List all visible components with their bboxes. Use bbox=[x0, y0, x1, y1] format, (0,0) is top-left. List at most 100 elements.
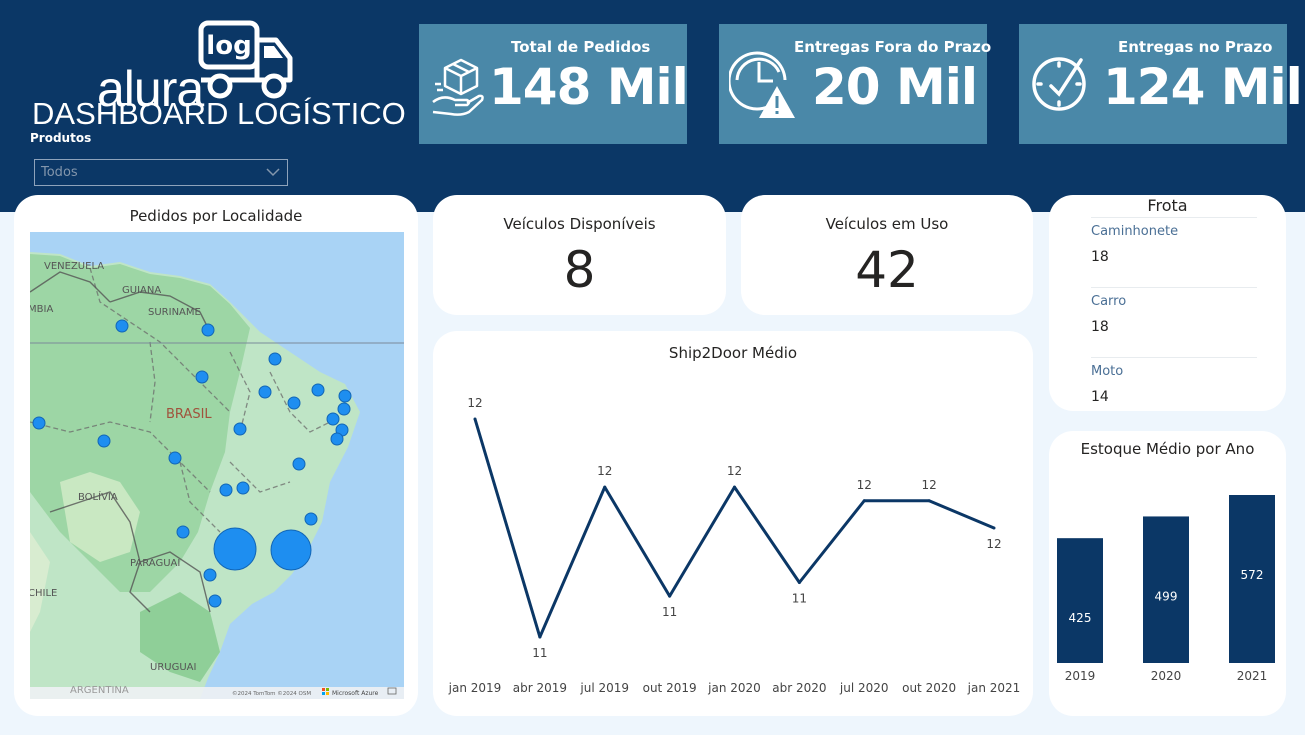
map-bubble bbox=[326, 412, 340, 426]
vehicles-available-title: Veículos Disponíveis bbox=[503, 215, 656, 233]
map-bubble bbox=[258, 385, 272, 399]
map-bubble bbox=[176, 525, 190, 539]
ship2door-line-chart: 12 11 12 11 12 11 12 12 12 jan 2019 abr 2019 jul 20… bbox=[448, 396, 1021, 695]
map-label-bolivia: BOLÍVIA bbox=[78, 490, 118, 503]
x-tick-label: 2020 bbox=[1151, 669, 1182, 683]
kpi-value: 148 Mil bbox=[489, 58, 689, 116]
line-data-label: 12 bbox=[727, 464, 742, 478]
map-label-uruguai: URUGUAI bbox=[150, 662, 196, 673]
product-filter-label: Produtos bbox=[30, 131, 92, 145]
line-point bbox=[603, 485, 607, 489]
line-point bbox=[992, 526, 996, 530]
clock-check-icon bbox=[1032, 57, 1086, 111]
map-attribution: ©2024 TomTom ©2024 OSM bbox=[232, 690, 311, 697]
truck-icon: log bbox=[198, 20, 293, 99]
map-label-brasil: BRASIL bbox=[166, 407, 212, 422]
map-label-guiana: GUIANA bbox=[122, 285, 161, 296]
fleet-item-label: Moto bbox=[1091, 364, 1124, 379]
map-bubble bbox=[330, 432, 344, 446]
map-bubble bbox=[304, 512, 318, 526]
line-series bbox=[473, 418, 995, 639]
vehicles-available-card: Veículos Disponíveis 8 bbox=[433, 195, 726, 315]
map-canvas: VENEZUELA GUIANA SURINAME MBIA BRASIL BO… bbox=[30, 232, 404, 699]
x-tick-label: 2019 bbox=[1065, 669, 1096, 683]
x-tick-label: jul 2020 bbox=[839, 681, 889, 695]
x-tick-label: abr 2019 bbox=[513, 681, 567, 695]
line-data-label: 12 bbox=[467, 396, 482, 410]
map-bubble bbox=[97, 434, 111, 448]
bar-data-label: 499 bbox=[1155, 589, 1178, 603]
logo-badge: log bbox=[206, 31, 251, 61]
x-tick-label: jan 2019 bbox=[448, 681, 502, 695]
dashboard-title: DASHBOARD LOGÍSTICO bbox=[32, 96, 406, 131]
vehicles-in-use-title: Veículos em Uso bbox=[825, 215, 949, 233]
line-point bbox=[862, 499, 866, 503]
map-bubble bbox=[168, 451, 182, 465]
map-bubble bbox=[236, 481, 250, 495]
bar-data-label: 425 bbox=[1069, 611, 1092, 625]
map-bubble bbox=[270, 529, 312, 571]
fleet-item-label: Carro bbox=[1091, 294, 1127, 309]
line-point bbox=[538, 635, 542, 639]
map-bubble bbox=[338, 389, 352, 403]
map-label-colombia: MBIA bbox=[30, 304, 53, 315]
map-bubble bbox=[201, 323, 215, 337]
kpi-title: Total de Pedidos bbox=[511, 38, 651, 56]
kpi-total-orders: Total de Pedidos 148 Mil bbox=[419, 24, 689, 144]
package-hand-icon bbox=[432, 58, 484, 116]
stock-bar-chart: 425 2019 499 2020 572 2021 bbox=[1057, 495, 1275, 683]
x-tick-label: 2021 bbox=[1237, 669, 1268, 683]
fleet-item-label: Caminhonete bbox=[1091, 224, 1179, 239]
orders-map[interactable]: VENEZUELA GUIANA SURINAME MBIA BRASIL BO… bbox=[30, 232, 404, 699]
kpi-value: 124 Mil bbox=[1103, 58, 1303, 116]
map-bubble bbox=[268, 352, 282, 366]
fleet-item-value: 18 bbox=[1091, 319, 1109, 335]
line-point bbox=[668, 594, 672, 598]
x-tick-label: jul 2019 bbox=[579, 681, 629, 695]
map-bubble bbox=[203, 568, 217, 582]
map-bubble bbox=[219, 483, 233, 497]
line-data-label: 11 bbox=[532, 646, 547, 660]
bar-data-label: 572 bbox=[1241, 568, 1264, 582]
stock-card: Estoque Médio por Ano 425 2019 499 2020 572 2… bbox=[1049, 431, 1286, 716]
line-point bbox=[927, 499, 931, 503]
line-data-label: 12 bbox=[597, 464, 612, 478]
kpi-late-deliveries: Entregas Fora do Prazo 20 Mil bbox=[719, 24, 991, 144]
line-data-label: 12 bbox=[921, 478, 936, 492]
line-point bbox=[733, 485, 736, 489]
map-label-paraguai: PARAGUAI bbox=[130, 558, 180, 569]
x-tick-label: abr 2020 bbox=[772, 681, 826, 695]
x-tick-label: out 2020 bbox=[902, 681, 956, 695]
ship2door-card: Ship2Door Médio 12 11 12 11 12 11 12 12 12 jan 20… bbox=[433, 331, 1033, 716]
fleet-card: Frota Caminhonete 18 Carro 18 Moto 14 bbox=[1049, 195, 1286, 411]
kpi-value: 20 Mil bbox=[812, 58, 978, 116]
clock-warning-icon bbox=[729, 51, 795, 118]
vehicles-in-use-card: Veículos em Uso 42 bbox=[741, 195, 1033, 315]
line-data-label: 11 bbox=[662, 605, 677, 619]
map-bubble bbox=[311, 383, 325, 397]
fleet-title: Frota bbox=[1147, 196, 1188, 215]
chevron-down-icon bbox=[266, 168, 280, 177]
map-title: Pedidos por Localidade bbox=[129, 207, 303, 225]
map-bubble bbox=[32, 416, 46, 430]
kpi-on-time-deliveries: Entregas no Prazo 124 Mil bbox=[1019, 24, 1303, 144]
line-data-label: 12 bbox=[857, 478, 872, 492]
map-label-argentina: ARGENTINA bbox=[70, 685, 129, 696]
fleet-item: Moto 14 bbox=[1091, 357, 1257, 427]
kpi-title: Entregas Fora do Prazo bbox=[794, 38, 992, 56]
fleet-item: Caminhonete 18 bbox=[1091, 217, 1257, 287]
product-filter-dropdown[interactable]: Todos bbox=[34, 159, 288, 186]
vehicles-available-value: 8 bbox=[563, 241, 596, 299]
map-provider: Microsoft Azure bbox=[332, 690, 379, 697]
map-bubble bbox=[337, 402, 351, 416]
kpi-title: Entregas no Prazo bbox=[1118, 38, 1273, 56]
map-bubble bbox=[213, 527, 257, 571]
line-data-label: 11 bbox=[792, 592, 807, 606]
map-bubble bbox=[115, 319, 129, 333]
x-tick-label: out 2019 bbox=[643, 681, 697, 695]
line-point bbox=[473, 417, 477, 421]
map-label-venezuela: VENEZUELA bbox=[44, 261, 104, 272]
fleet-list: Caminhonete 18 Carro 18 Moto 14 bbox=[1091, 217, 1257, 427]
fleet-item-value: 14 bbox=[1091, 389, 1109, 405]
map-bubble bbox=[292, 457, 306, 471]
